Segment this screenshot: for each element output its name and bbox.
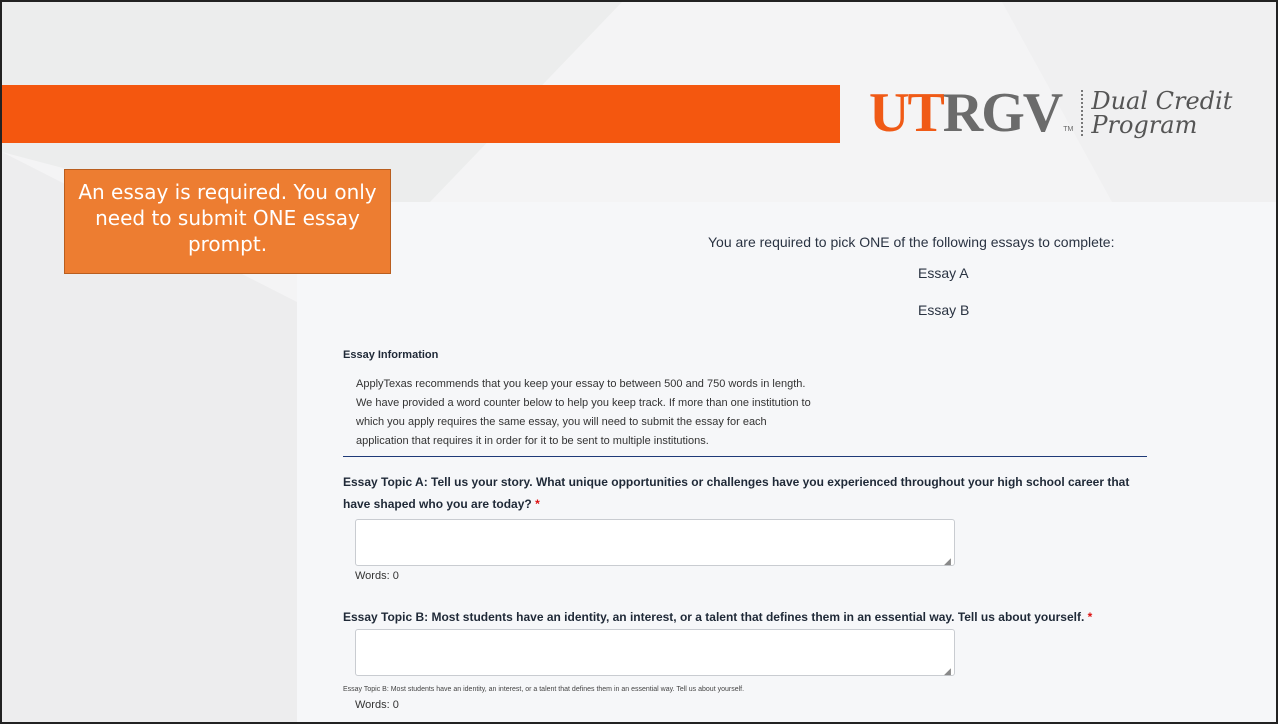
info-line: application that requires it in order fo… [356, 435, 709, 447]
essay-information-heading: Essay Information [343, 349, 439, 361]
essay-information-text: ApplyTexas recommends that you keep your… [356, 375, 881, 451]
orange-banner [2, 85, 840, 143]
logo-line1: Dual Credit [1091, 87, 1233, 115]
topic-a-line2: have shaped who you are today? * [343, 493, 1129, 515]
essay-topic-b-label: Essay Topic B: Most students have an ide… [343, 606, 1092, 628]
logo-ut: UT [869, 82, 945, 144]
topic-a-word-count: Words: 0 [355, 570, 399, 582]
essay-topic-a-label: Essay Topic A: Tell us your story. What … [343, 471, 1129, 515]
utrgv-logo: UT RGV TM Dual Credit Program [869, 83, 1232, 143]
essay-a-link[interactable]: Essay A [918, 265, 969, 281]
logo-line2: Program [1091, 111, 1198, 139]
required-asterisk: * [1087, 610, 1093, 624]
logo-rgv: RGV [942, 82, 1063, 144]
info-line: ApplyTexas recommends that you keep your… [356, 378, 806, 390]
topic-b-word-count: Words: 0 [355, 699, 399, 711]
resize-handle-icon[interactable]: ◢ [944, 557, 952, 566]
info-line: which you apply requires the same essay,… [356, 416, 767, 428]
essay-callout: An essay is required. You only need to s… [64, 169, 391, 274]
pick-instruction: You are required to pick ONE of the foll… [708, 234, 1115, 250]
info-line: We have provided a word counter below to… [356, 397, 811, 409]
logo-program-text: Dual Credit Program [1091, 89, 1232, 137]
section-divider [343, 456, 1147, 457]
essay-topic-a-textarea[interactable] [355, 519, 955, 566]
slide: UT RGV TM Dual Credit Program An essay i… [0, 0, 1278, 724]
logo-trademark: TM [1063, 126, 1074, 133]
topic-b-helper-text: Essay Topic B: Most students have an ide… [343, 686, 745, 693]
resize-handle-icon[interactable]: ◢ [944, 667, 952, 676]
essay-b-link[interactable]: Essay B [918, 302, 969, 318]
required-asterisk: * [535, 497, 540, 511]
topic-b-text: Essay Topic B: Most students have an ide… [343, 610, 1085, 624]
topic-a-line1: Essay Topic A: Tell us your story. What … [343, 475, 1130, 489]
essay-topic-b-textarea[interactable] [355, 629, 955, 676]
topic-a-line2-text: have shaped who you are today? [343, 497, 532, 511]
logo-separator [1081, 90, 1084, 136]
